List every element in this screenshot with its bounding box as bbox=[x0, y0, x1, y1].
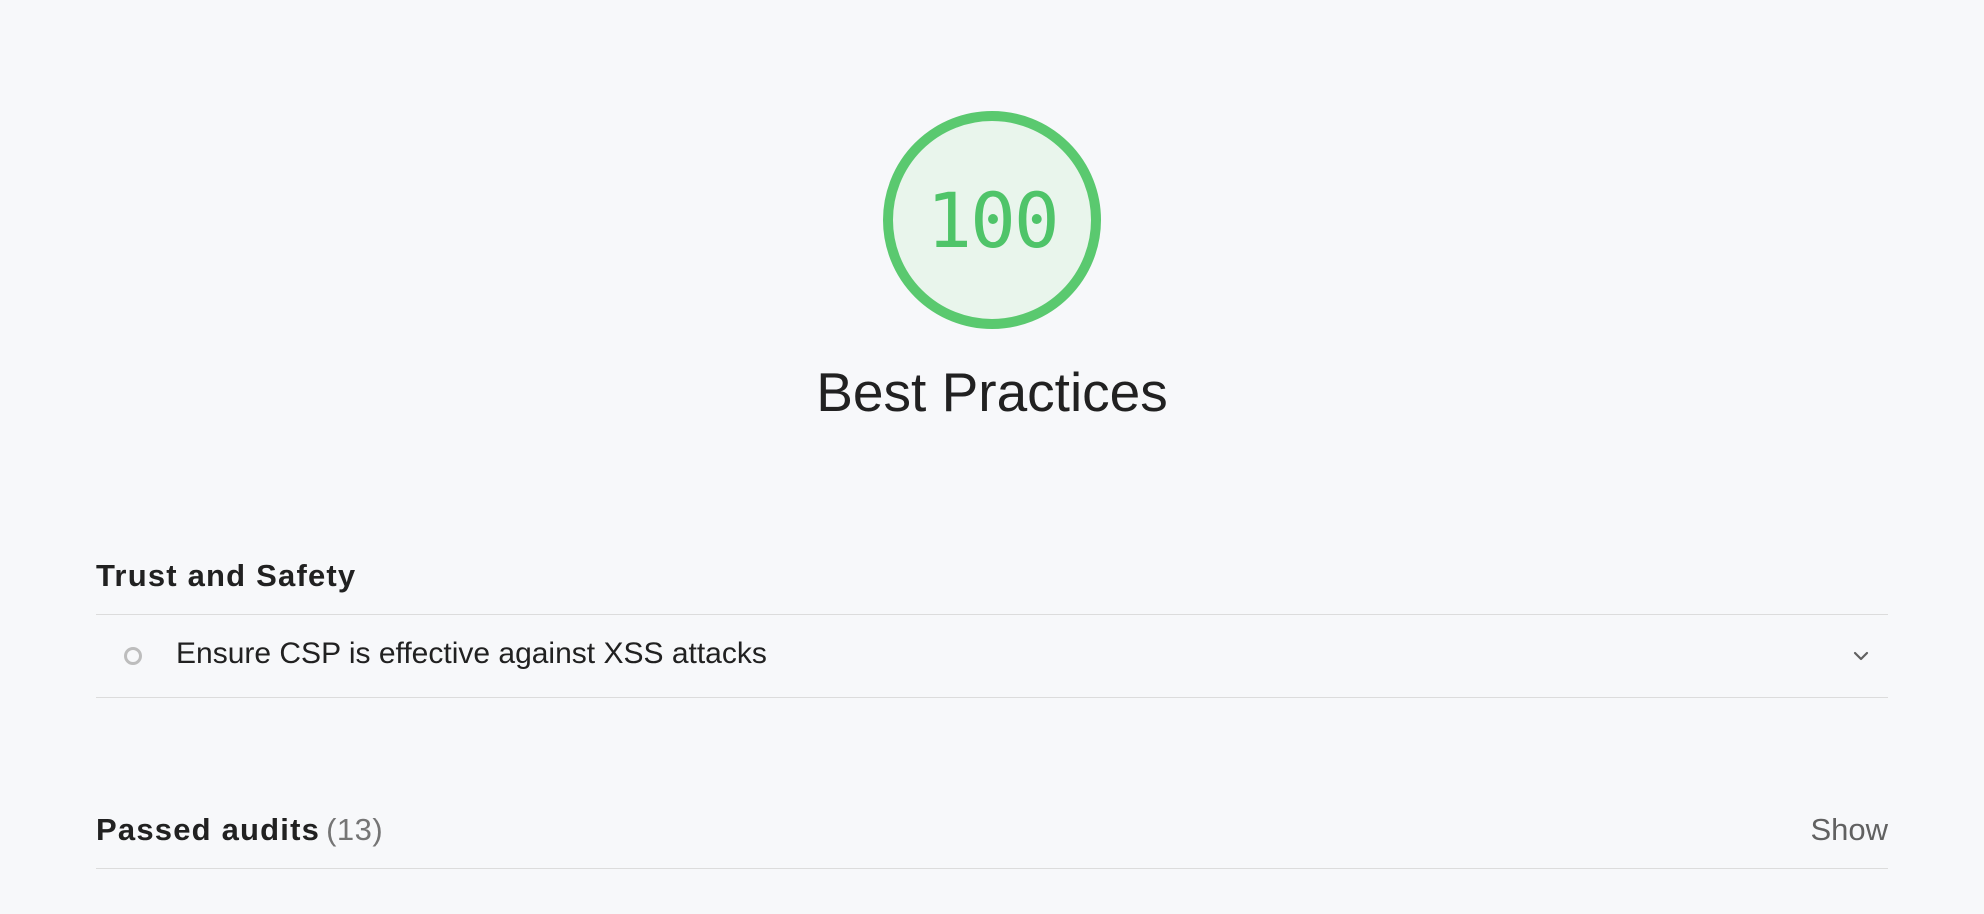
passed-audits-title: Passed audits (13) bbox=[96, 812, 383, 848]
passed-audits-count: (13) bbox=[326, 812, 384, 847]
passed-audits-label: Passed audits bbox=[96, 812, 321, 847]
audit-row-csp-xss[interactable]: Ensure CSP is effective against XSS atta… bbox=[96, 615, 1888, 698]
chevron-down-icon[interactable] bbox=[1850, 645, 1872, 667]
passed-audits-header: Passed audits (13) Show bbox=[96, 808, 1888, 869]
audit-list: Ensure CSP is effective against XSS atta… bbox=[96, 614, 1888, 698]
show-passed-audits-button[interactable]: Show bbox=[1810, 812, 1888, 848]
category-title: Best Practices bbox=[816, 361, 1168, 423]
group-title: Trust and Safety bbox=[96, 558, 357, 593]
score-gauge: 100 bbox=[879, 107, 1105, 333]
informative-circle-icon bbox=[124, 647, 142, 665]
gauge-score-value: 100 bbox=[926, 175, 1059, 265]
audit-title: Ensure CSP is effective against XSS atta… bbox=[176, 637, 767, 670]
